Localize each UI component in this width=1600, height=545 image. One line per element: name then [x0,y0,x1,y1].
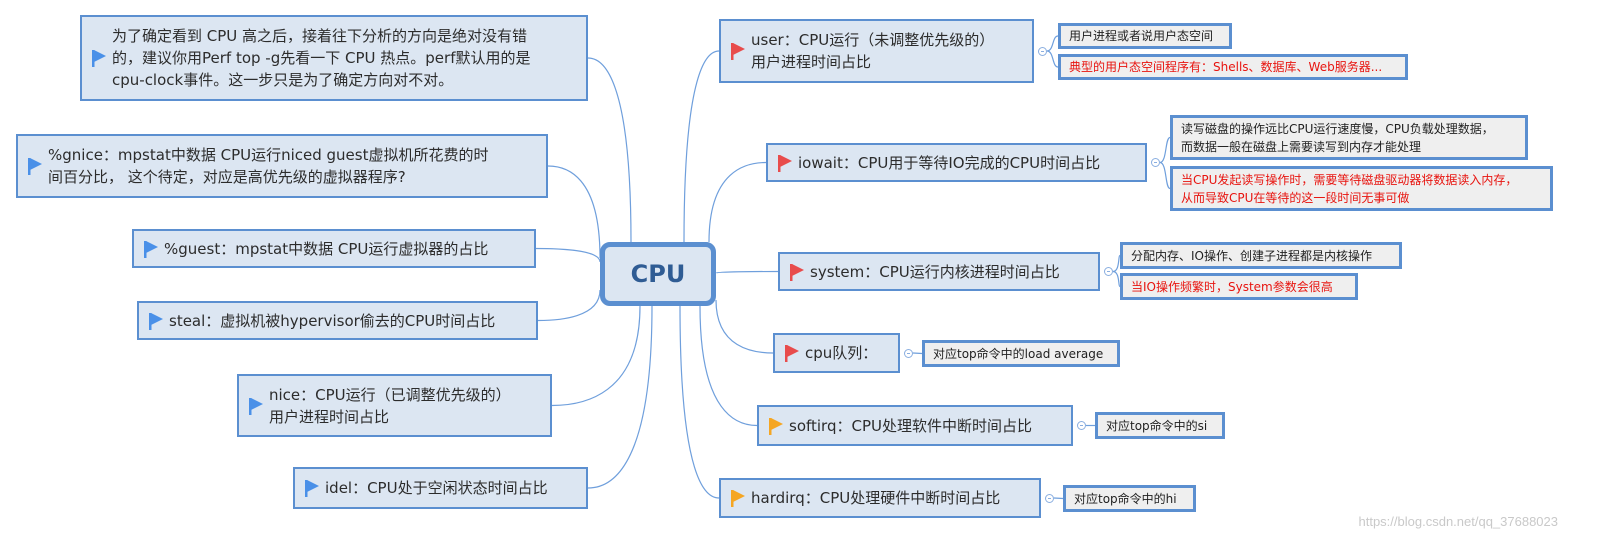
topic-label: 为了确定看到 CPU 高之后，接着往下分析的方向是绝对没有错 的，建议你用Per… [112,27,531,89]
collapse-toggle-softirq[interactable] [1077,421,1086,430]
subtopic-cpu-queue-0[interactable]: 对应top命令中的load average [922,340,1120,367]
topic-nice[interactable]: nice：CPU运行（已调整优先级的） 用户进程时间占比 [237,374,552,437]
subtopic-iowait-0[interactable]: 读写磁盘的操作远比CPU运行速度慢，CPU负载处理数据， 而数据一般在磁盘上需要… [1170,115,1528,160]
collapse-toggle-hardirq[interactable] [1045,494,1054,503]
topic-iowait[interactable]: iowait：CPU用于等待IO完成的CPU时间占比 [766,143,1147,182]
flag-blue-icon [305,479,319,497]
topic-label: steal：虚拟机被hypervisor偷去的CPU时间占比 [169,311,496,330]
collapse-toggle-user[interactable] [1038,47,1047,56]
watermark: https://blog.csdn.net/qq_37688023 [1358,514,1559,529]
central-topic-label: CPU [630,260,686,288]
connector-center-to-steal [537,289,601,322]
topic-label: hardirq：CPU处理硬件中断时间占比 [751,489,1001,507]
flag-orange-icon [731,489,745,507]
topic-gnice[interactable]: %gnice：mpstat中数据 CPU运行niced guest虚拟机所花费的… [16,134,548,198]
connector-iowait-child-1 [1159,161,1171,190]
connector-center-to-system [715,270,779,274]
flag-blue-icon [144,240,158,258]
connector-hardirq-child-0 [1053,497,1064,500]
subtopic-hardirq-0[interactable]: 对应top命令中的hi [1063,485,1196,512]
connector-center-to-iowait [708,161,767,243]
topic-label: nice：CPU运行（已调整优先级的） 用户进程时间占比 [269,385,511,426]
topic-guest[interactable]: %guest：mpstat中数据 CPU运行虚拟器的占比 [132,229,536,268]
topic-label: iowait：CPU用于等待IO完成的CPU时间占比 [798,153,1101,172]
subtopic-system-1[interactable]: 当IO操作频繁时，System参数会很高 [1120,273,1358,300]
flag-blue-icon [92,49,106,67]
collapse-toggle-system[interactable] [1104,267,1113,276]
topic-hardirq[interactable]: hardirq：CPU处理硬件中断时间占比 [719,478,1041,518]
topic-label: %gnice：mpstat中数据 CPU运行niced guest虚拟机所花费的… [48,146,489,186]
flag-red-icon [731,42,745,60]
connector-center-to-nice [551,305,641,407]
connector-cpu-queue-child-0 [912,352,923,355]
topic-label: idel：CPU处于空闲状态时间占比 [325,479,548,497]
flag-red-icon [790,263,804,281]
topic-cpu-queue[interactable]: cpu队列： [773,333,900,373]
connector-user-child-0 [1046,35,1059,52]
connector-center-to-idel [587,305,653,489]
topic-perf-note[interactable]: 为了确定看到 CPU 高之后，接着往下分析的方向是绝对没有错 的，建议你用Per… [80,15,588,101]
collapse-toggle-iowait[interactable] [1151,158,1160,167]
connector-system-child-0 [1112,254,1121,273]
flag-orange-icon [769,417,783,435]
flag-red-icon [785,344,799,362]
connector-center-to-perf-note [587,57,632,243]
topic-system[interactable]: system：CPU运行内核进程时间占比 [778,252,1100,291]
topic-label: system：CPU运行内核进程时间占比 [810,262,1060,281]
connector-center-to-cpu-queue [715,299,774,354]
connector-user-child-1 [1046,50,1059,68]
subtopic-system-0[interactable]: 分配内存、IO操作、创建子进程都是内核操作 [1120,242,1402,269]
connector-system-child-1 [1112,270,1121,288]
collapse-toggle-cpu-queue[interactable] [904,349,913,358]
subtopic-user-1[interactable]: 典型的用户态空间程序有：Shells、数据库、Web服务器... [1058,54,1408,80]
connector-center-to-gnice [547,165,601,259]
topic-steal[interactable]: steal：虚拟机被hypervisor偷去的CPU时间占比 [137,301,538,340]
topic-label: softirq：CPU处理软件中断时间占比 [789,416,1032,435]
topic-idel[interactable]: idel：CPU处于空闲状态时间占比 [293,467,588,509]
topic-label: %guest：mpstat中数据 CPU运行虚拟器的占比 [164,239,489,258]
flag-red-icon [778,154,792,172]
subtopic-user-0[interactable]: 用户进程或者说用户态空间 [1058,23,1232,49]
connector-center-to-user [683,50,720,243]
connector-center-to-guest [535,247,601,263]
flag-blue-icon [28,157,42,175]
connector-iowait-child-0 [1159,136,1171,164]
topic-softirq[interactable]: softirq：CPU处理软件中断时间占比 [757,405,1073,446]
topic-label: cpu队列： [805,344,878,362]
flag-blue-icon [249,397,263,415]
connector-center-to-hardirq [679,305,720,499]
central-topic-cpu[interactable]: CPU [600,242,716,306]
topic-label: user：CPU运行（未调整优先级的） 用户进程时间占比 [751,31,995,71]
subtopic-softirq-0[interactable]: 对应top命令中的si [1095,412,1225,439]
flag-blue-icon [149,312,163,330]
subtopic-iowait-1[interactable]: 当CPU发起读写操作时，需要等待磁盘驱动器将数据读入内存， 从而导致CPU在等待… [1170,166,1553,211]
topic-user[interactable]: user：CPU运行（未调整优先级的） 用户进程时间占比 [719,19,1034,83]
connector-center-to-softirq [699,305,758,427]
